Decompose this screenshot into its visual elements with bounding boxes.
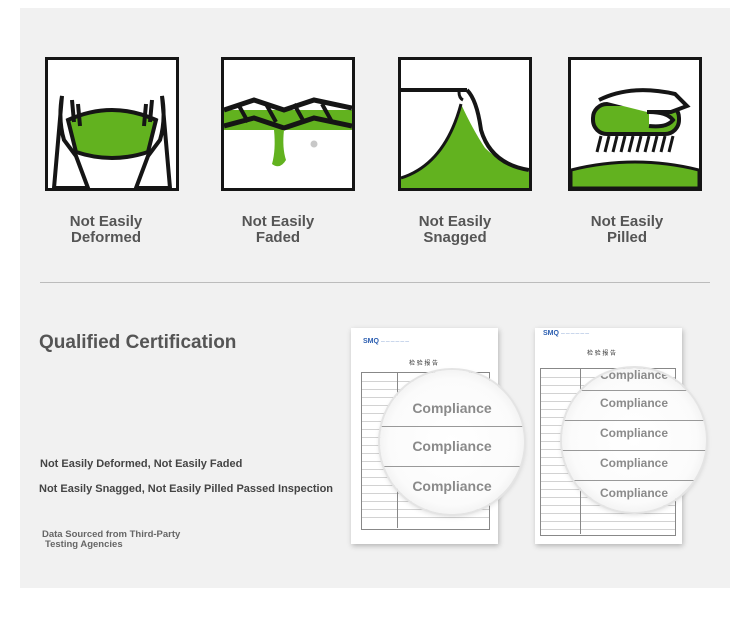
report-title: 检 验 报 告 [409, 361, 439, 367]
magnifier-lens-2: Compliance Compliance Compliance Complia… [562, 368, 706, 512]
certification-line-2: Not Easily Snagged, Not Easily Pilled Pa… [39, 483, 334, 495]
data-source-note: Data Sourced from Third-Party Testing Ag… [42, 529, 181, 550]
feature-label-pilled: Not Easily Pilled [590, 213, 664, 246]
smq-org-name: — — — — — — [381, 339, 410, 343]
smq-logo: SMQ [363, 338, 379, 345]
magnifier-lens-1: Compliance Compliance Compliance [380, 370, 524, 514]
smq-logo: SMQ [543, 330, 559, 337]
smq-org-name: — — — — — — [561, 331, 590, 335]
certification-title: Qualified Certification [39, 332, 237, 353]
feature-label-snagged: Not Easily Snagged [418, 213, 492, 246]
stretch-icon [45, 57, 179, 191]
feature-label-faded: Not Easily Faded [241, 213, 315, 246]
brush-icon [568, 57, 702, 191]
dye-drip-icon [221, 57, 355, 191]
certification-line-1: Not Easily Deformed, Not Easily Faded [40, 458, 243, 470]
snag-icon [398, 57, 532, 191]
report-title: 检 验 报 告 [587, 351, 617, 357]
section-divider [40, 282, 710, 283]
feature-label-deformed: Not Easily Deformed [69, 213, 143, 246]
